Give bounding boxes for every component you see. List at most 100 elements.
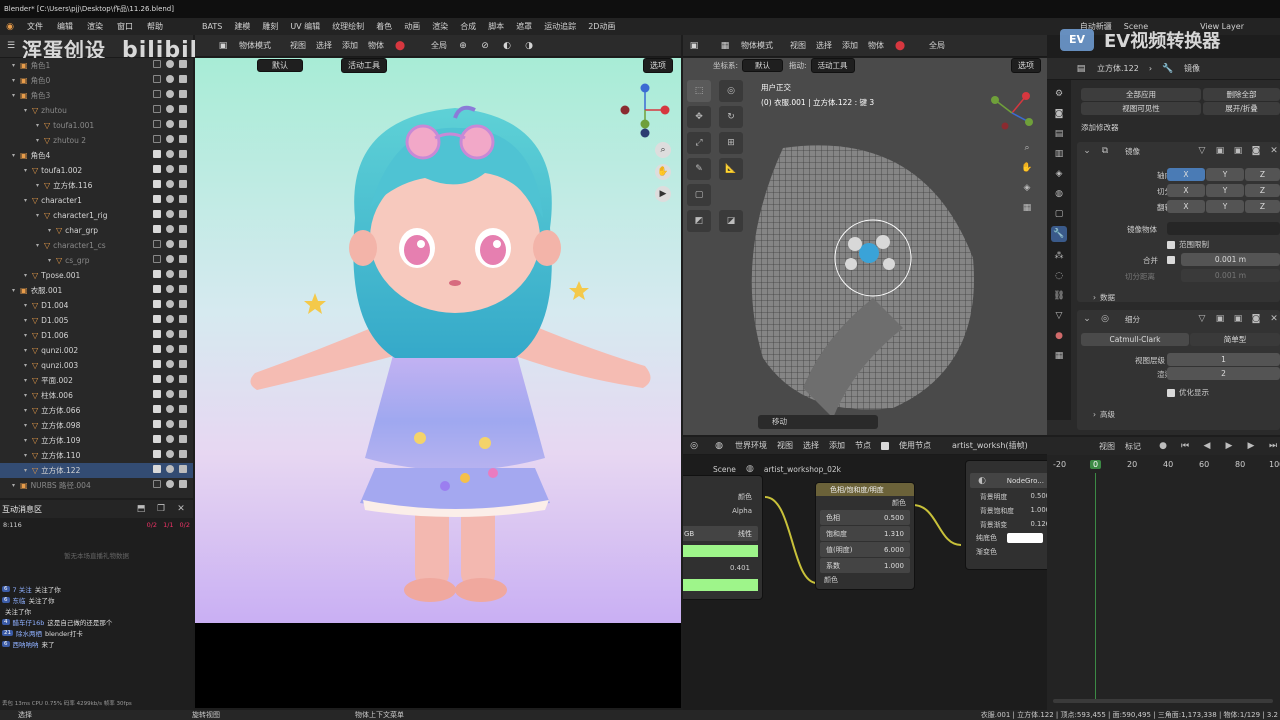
chat-username[interactable]: 西呐呐呐 (13, 639, 39, 649)
visibility-eye-icon[interactable] (166, 120, 174, 128)
exclude-checkbox[interactable] (153, 75, 161, 83)
pivot-icon[interactable]: ⊕ (457, 40, 469, 52)
outliner-row[interactable]: ▾ ▣ 角色0 (0, 73, 193, 88)
transform-icon[interactable]: ⬤ (394, 40, 406, 52)
exclude-checkbox[interactable] (153, 360, 161, 368)
axis-y-toggle[interactable]: Y (1206, 168, 1244, 181)
shear-icon[interactable]: ◪ (719, 210, 743, 232)
menu-select[interactable]: 选择 (316, 40, 332, 51)
visibility-eye-icon[interactable] (166, 150, 174, 158)
flip-x-toggle[interactable]: X (1167, 200, 1205, 213)
expand-toggle-icon[interactable]: ▾ (24, 317, 32, 324)
workspace-tab[interactable]: 雕刻 (256, 21, 284, 32)
outliner-row[interactable]: ▾ ▣ 角色1 (0, 58, 193, 73)
color-ramp-swatch[interactable] (683, 579, 758, 591)
expand-toggle-icon[interactable]: ▾ (24, 272, 32, 279)
apply-all-button[interactable]: 全部应用 (1081, 88, 1201, 101)
render-camera-icon[interactable] (179, 330, 187, 338)
render-tab-icon[interactable]: ◙ (1053, 108, 1065, 120)
workspace-tab[interactable]: 遮罩 (510, 21, 538, 32)
hue-saturation-node[interactable]: 色相/饱和度/明度 颜色 色相 0.500 饱和度 1.310 值(明度) 6.000 系数… (815, 482, 915, 590)
pan-hand-icon[interactable]: ✋ (1021, 162, 1033, 174)
advanced-subpanel[interactable]: 高级 (1100, 409, 1115, 420)
data-tab-icon[interactable]: ▽ (1053, 310, 1065, 322)
visibility-eye-icon[interactable] (166, 75, 174, 83)
expand-toggle-icon[interactable]: ▾ (24, 467, 32, 474)
render-camera-icon[interactable] (179, 210, 187, 218)
outliner-row[interactable]: ▾ ▽ character1 (0, 193, 193, 208)
exclude-checkbox[interactable] (153, 240, 161, 248)
lock-icon[interactable]: ⬒ (135, 503, 147, 515)
axis-x-toggle[interactable]: X (1167, 168, 1205, 181)
visibility-eye-icon[interactable] (166, 270, 174, 278)
chat-username[interactable]: 除水两栖 (16, 628, 42, 638)
node-value-field[interactable]: 值(明度) 6.000 (820, 542, 910, 557)
exclude-checkbox[interactable] (153, 480, 161, 488)
outliner-row[interactable]: ▾ ▣ NURBS 路径.004 (0, 478, 193, 493)
visibility-eye-icon[interactable] (166, 420, 174, 428)
exclude-checkbox[interactable] (153, 225, 161, 233)
prev-key-icon[interactable]: ◀ (1201, 440, 1213, 452)
render-camera-icon[interactable] (179, 180, 187, 188)
move-operator-panel[interactable]: 移动 (758, 415, 878, 429)
expand-toggle-icon[interactable]: ▾ (12, 77, 20, 84)
expand-toggle-icon[interactable]: ▾ (24, 347, 32, 354)
options-button[interactable]: 选项 (1011, 58, 1041, 73)
flip-z-toggle[interactable]: Z (1245, 200, 1280, 213)
workspace-tab[interactable]: UV 编辑 (284, 21, 326, 32)
transform-tool-icon[interactable]: ⊞ (719, 132, 743, 154)
render-camera-icon[interactable] (179, 165, 187, 173)
outliner-row[interactable]: ▾ ▽ 平面.002 (0, 373, 193, 388)
wireframe-viewport[interactable]: 坐标系: 默认 拖动: 活动工具 选项 用户正交 (0) 衣服.001 | 立方… (683, 58, 1047, 435)
play-icon[interactable]: ▶ (1223, 440, 1235, 452)
render-camera-icon[interactable] (179, 315, 187, 323)
visibility-eye-icon[interactable] (166, 210, 174, 218)
outliner-row[interactable]: ▾ ▽ 柱体.006 (0, 388, 193, 403)
outliner-row[interactable]: ▾ ▽ zhutou 2 (0, 133, 193, 148)
visibility-eye-icon[interactable] (166, 300, 174, 308)
bisect-y-toggle[interactable]: Y (1206, 184, 1244, 197)
snap-icon[interactable]: ⊘ (479, 40, 491, 52)
output-tab-icon[interactable]: ▤ (1053, 128, 1065, 140)
material-selector[interactable]: artist_worksh(插帧) (952, 440, 1028, 451)
outliner-row[interactable]: ▾ ▣ 角色3 (0, 88, 193, 103)
workspace-tab[interactable]: 着色 (370, 21, 398, 32)
chevron-down-icon[interactable]: ⌄ (1081, 145, 1093, 157)
outliner-row[interactable]: ▾ ▽ cs_grp (0, 253, 193, 268)
record-icon[interactable]: ● (1157, 440, 1169, 452)
expand-collapse-button[interactable]: 展开/折叠 (1203, 102, 1280, 115)
render-icon[interactable]: ◙ (1250, 145, 1262, 157)
render-camera-icon[interactable] (179, 300, 187, 308)
outliner-row[interactable]: ▾ ▽ 立方体.098 (0, 418, 193, 433)
expand-toggle-icon[interactable]: ▾ (12, 287, 20, 294)
render-camera-icon[interactable] (179, 135, 187, 143)
color-swatch-white[interactable] (1007, 533, 1043, 543)
expand-toggle-icon[interactable]: ▾ (24, 332, 32, 339)
jump-end-icon[interactable]: ⏭ (1267, 440, 1279, 452)
editor-type-icon[interactable]: ▣ (688, 40, 700, 52)
editor-type-icon[interactable]: ☰ (5, 40, 17, 52)
grid-icon[interactable]: ▦ (1021, 202, 1033, 214)
scale-icon[interactable]: ⤢ (687, 132, 711, 154)
chevron-down-icon[interactable]: ⌄ (1081, 313, 1093, 325)
expand-toggle-icon[interactable]: ▾ (12, 92, 20, 99)
outliner-row[interactable]: ▾ ▽ 立方体.066 (0, 403, 193, 418)
modifier-name[interactable]: 细分 (1125, 314, 1140, 325)
visibility-eye-icon[interactable] (166, 240, 174, 248)
scene-tab-icon[interactable]: ◈ (1053, 168, 1065, 180)
workspace-tab[interactable]: BATS (196, 22, 228, 31)
axis-z-toggle[interactable]: Z (1245, 168, 1280, 181)
workspace-tab[interactable]: 动画 (398, 21, 426, 32)
visibility-eye-icon[interactable] (166, 255, 174, 263)
exclude-checkbox[interactable] (153, 450, 161, 458)
outliner-row[interactable]: ▾ ▽ char_grp (0, 223, 193, 238)
data-subpanel[interactable]: 数据 (1100, 292, 1115, 303)
visibility-eye-icon[interactable] (166, 390, 174, 398)
physics-tab-icon[interactable]: ◌ (1053, 270, 1065, 282)
tool-tab-icon[interactable]: ⚙ (1053, 88, 1065, 100)
expand-toggle-icon[interactable]: ▾ (12, 62, 20, 69)
node-value-field[interactable]: 背景渐变 0.126 (966, 517, 1047, 531)
render-camera-icon[interactable] (179, 285, 187, 293)
modifier-tab-icon[interactable]: 🔧 (1051, 226, 1067, 242)
add-cube-icon[interactable]: ▢ (687, 184, 711, 206)
